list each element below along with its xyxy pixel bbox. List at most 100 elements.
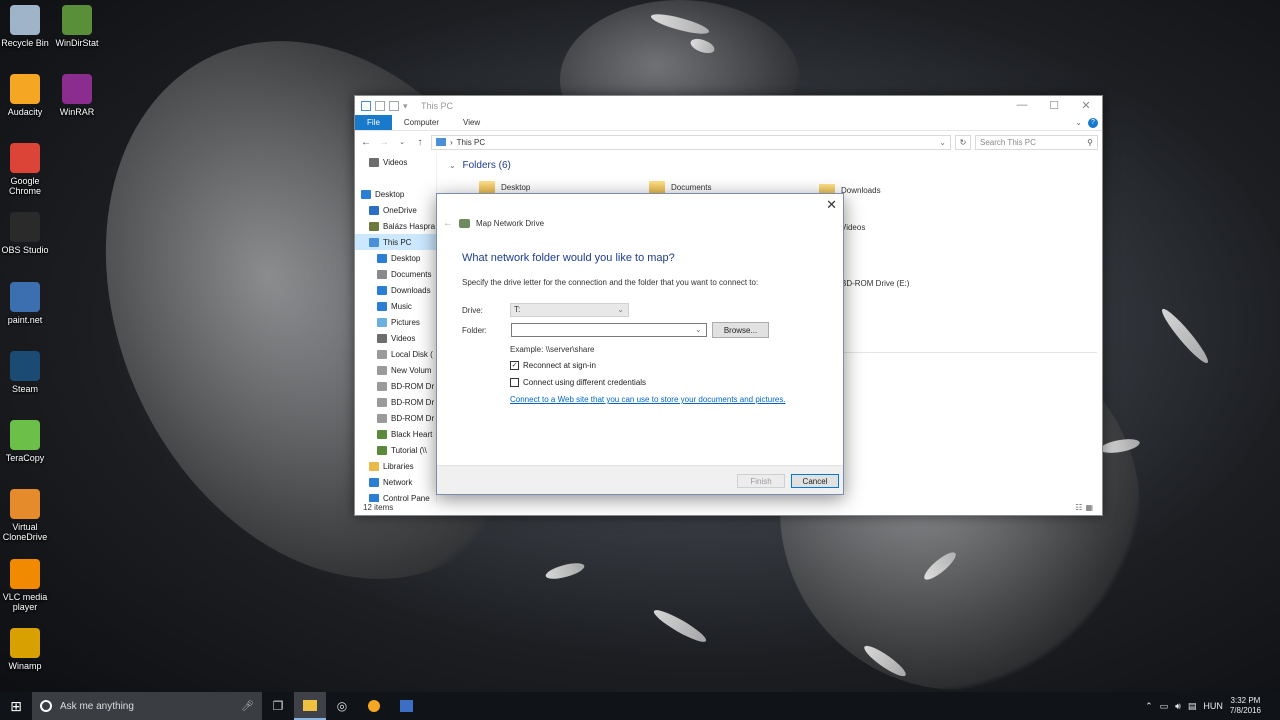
drive-letter-select[interactable]: T: ⌄ [510,303,629,317]
browse-button[interactable]: Browse... [712,322,769,338]
folder-path-input[interactable] [511,323,707,337]
network-icon[interactable]: ▭ [1160,701,1169,712]
nav-item[interactable]: Documents [355,266,436,282]
nav-item-icon [377,381,387,391]
credentials-checkbox[interactable] [510,378,519,387]
desktop-icon-steam[interactable]: Steam [0,351,50,394]
desktop-icon-windirstat[interactable]: WinDirStat [52,5,102,48]
collapse-chevron-icon[interactable]: ⌄ [449,161,456,170]
navigation-pane[interactable]: Videos Desktop OneDrive Balázs Haspra This P… [355,154,437,502]
nav-item[interactable]: Pictures [355,314,436,330]
nav-item[interactable]: New Volum [355,362,436,378]
nav-item-label: Balázs Haspra [383,221,436,231]
cancel-button[interactable]: Cancel [791,474,839,488]
back-arrow-icon[interactable]: ← [443,218,453,229]
finish-button[interactable]: Finish [737,474,785,488]
address-dropdown-icon[interactable]: ⌄ [939,138,946,147]
show-hidden-icons-icon[interactable]: ⌃ [1145,701,1153,712]
nav-item[interactable]: Videos [355,154,436,170]
nav-item-label: BD-ROM Dr [391,413,435,423]
item-count: 12 items [363,503,394,512]
folders-section-header[interactable]: ⌄ Folders (6) [449,160,511,171]
desktop-icon-recycle-bin[interactable]: Recycle Bin [0,5,50,48]
nav-item[interactable]: Local Disk ( [355,346,436,362]
microphone-icon[interactable]: 🎤︎ [241,701,254,712]
nav-item-icon [377,269,387,279]
credentials-checkbox-row[interactable]: Connect using different credentials [510,378,646,387]
task-view-icon[interactable]: ❐ [262,692,294,720]
desktop-icon-winrar[interactable]: WinRAR [52,74,102,117]
back-icon[interactable]: ← [359,137,373,148]
notifications-icon[interactable] [1268,692,1272,720]
search-icon: ⚲ [1087,137,1093,147]
minimize-button[interactable]: — [1006,99,1038,112]
nav-item[interactable]: Downloads [355,282,436,298]
customize-dropdown-icon[interactable]: ▾ [403,101,413,111]
cortana-search-box[interactable]: Ask me anything 🎤︎ [32,692,262,720]
nav-item[interactable]: BD-ROM Dr [355,410,436,426]
reconnect-checkbox-row[interactable]: ✓ Reconnect at sign-in [510,361,596,370]
help-icon[interactable]: ? [1088,117,1098,128]
action-center-icon[interactable]: ▤ [1188,701,1197,712]
nav-item[interactable]: Balázs Haspra [355,218,436,234]
credentials-label[interactable]: Connect using different credentials [523,378,646,387]
nav-item[interactable]: Tutorial (\\ [355,442,436,458]
file-explorer-taskbar-icon[interactable] [294,692,326,720]
tab-file[interactable]: File [355,115,392,130]
desktop-icon-clonedrive[interactable]: Virtual CloneDrive [0,489,50,542]
desktop-icon-vlc[interactable]: VLC media player [0,559,50,612]
explorer-titlebar[interactable]: ▾ This PC — ☐ ✕ [355,96,1102,115]
search-box[interactable]: Search This PC ⚲ [975,134,1098,150]
expand-ribbon-icon[interactable]: ⌄ [1075,118,1082,127]
nav-item[interactable]: OneDrive [355,202,436,218]
maximize-button[interactable]: ☐ [1038,99,1070,112]
desktop-icon-paintnet[interactable]: paint.net [0,282,50,325]
map-network-drive-dialog[interactable]: ✕ ← Map Network Drive What network folde… [436,193,844,495]
nav-item[interactable]: Network [355,474,436,490]
close-button[interactable]: ✕ [1070,99,1102,112]
nav-item[interactable]: Videos [355,330,436,346]
nav-item[interactable]: Black Heart [355,426,436,442]
view-toggle-icons[interactable]: ☷▦ [1075,503,1096,512]
quick-access-toolbar[interactable]: ▾ [361,100,413,111]
nav-item[interactable]: Desktop [355,186,436,202]
properties-icon[interactable] [375,100,385,111]
desktop-icon-chrome[interactable]: Google Chrome [0,143,50,196]
clock[interactable]: 3:32 PM 7/8/2016 [1230,696,1261,716]
web-storage-link[interactable]: Connect to a Web site that you can use t… [510,395,786,404]
desktop-icon-obs[interactable]: OBS Studio [0,212,50,255]
forward-icon[interactable]: → [377,137,391,148]
close-icon[interactable]: ✕ [826,197,837,213]
tab-computer[interactable]: Computer [392,115,451,130]
folder-history-dropdown-icon[interactable]: ⌄ [695,325,702,334]
drive-letter-value: T: [514,305,521,314]
reconnect-checkbox[interactable]: ✓ [510,361,519,370]
audacity-taskbar-icon[interactable] [358,692,390,720]
desktop-icon-audacity[interactable]: Audacity [0,74,50,117]
language-indicator[interactable]: HUN [1203,701,1223,711]
address-row: ← → ⌄ ↑ › This PC ⌄ ↻ Search This PC ⚲ [355,131,1102,153]
desktop-icon-winamp[interactable]: Winamp [0,628,50,671]
nav-item[interactable]: BD-ROM Dr [355,378,436,394]
reconnect-label[interactable]: Reconnect at sign-in [523,361,596,370]
nav-item[interactable]: This PC [355,234,436,250]
nav-item[interactable]: BD-ROM Dr [355,394,436,410]
recent-dropdown-icon[interactable]: ⌄ [395,138,409,146]
nav-item[interactable]: Desktop [355,250,436,266]
recycle-bin-icon [10,5,40,35]
folder-label: Downloads [841,186,881,195]
chevron-down-icon[interactable]: ⌄ [617,305,624,314]
address-bar[interactable]: › This PC ⌄ [431,134,951,150]
refresh-icon[interactable]: ↻ [955,134,971,150]
up-icon[interactable]: ↑ [413,137,427,148]
start-button[interactable]: ⊞ [0,692,32,720]
address-text[interactable]: This PC [457,138,485,147]
new-folder-icon[interactable] [389,100,399,111]
obs-taskbar-icon[interactable]: ◎ [326,692,358,720]
nav-item[interactable]: Libraries [355,458,436,474]
tab-view[interactable]: View [451,115,492,130]
desktop-icon-teracopy[interactable]: TeraCopy [0,420,50,463]
volume-icon[interactable]: 🔊︎ [1175,701,1181,712]
nav-item[interactable]: Music [355,298,436,314]
network-drive-taskbar-icon[interactable] [390,692,422,720]
